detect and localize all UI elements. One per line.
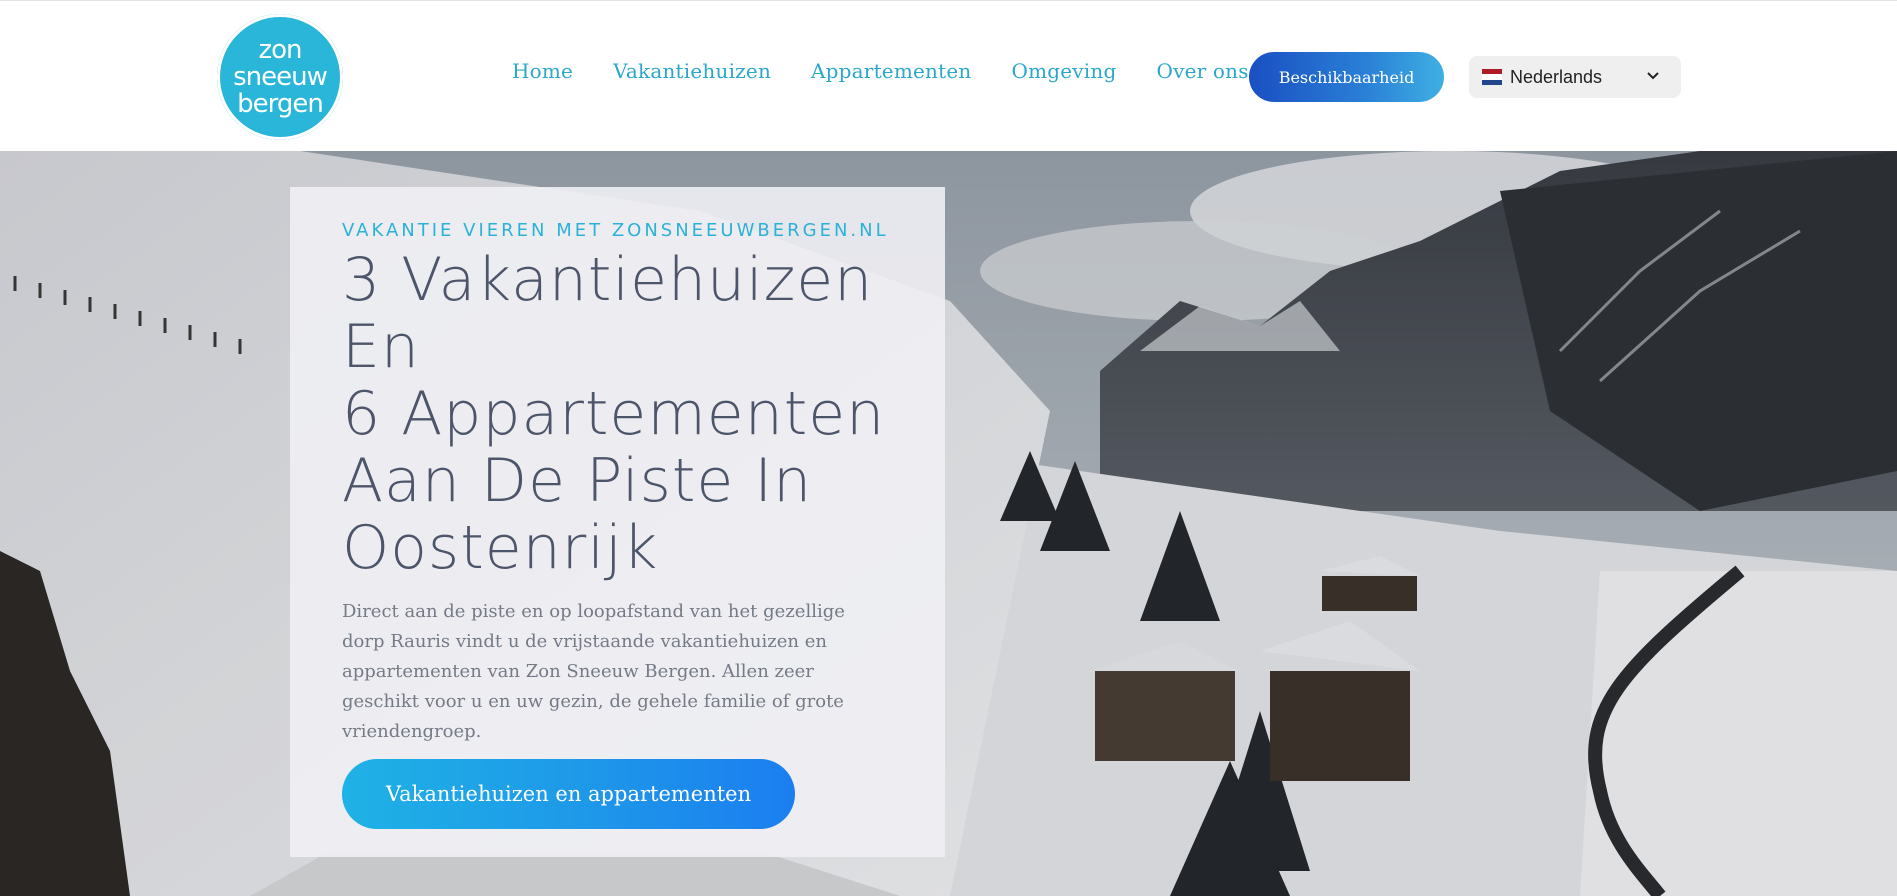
headline-line-2: En xyxy=(342,312,420,382)
site-header: zon sneeuw bergen Home Vakantiehuizen Ap… xyxy=(0,0,1897,151)
headline-line-1: 3 Vakantiehuizen xyxy=(342,245,874,315)
nav-item-over-ons[interactable]: Over ons xyxy=(1156,59,1248,83)
headline-line-4: Aan De Piste In xyxy=(342,446,813,516)
nav-item-appartementen[interactable]: Appartementen xyxy=(811,59,971,83)
netherlands-flag-icon xyxy=(1482,69,1502,85)
language-select[interactable]: Nederlands xyxy=(1469,56,1681,98)
houses-apartments-button[interactable]: Vakantiehuizen en appartementen xyxy=(342,759,795,829)
hero-eyebrow: VAKANTIE VIEREN MET ZONSNEEUWBERGEN.NL xyxy=(342,220,889,241)
language-label: Nederlands xyxy=(1510,66,1603,87)
nav-item-home[interactable]: Home xyxy=(512,59,573,83)
nav-item-vakantiehuizen[interactable]: Vakantiehuizen xyxy=(613,59,771,83)
availability-button[interactable]: Beschikbaarheid xyxy=(1249,52,1444,102)
hero-section: VAKANTIE VIEREN MET ZONSNEEUWBERGEN.NL 3… xyxy=(0,151,1897,896)
hero-headline: 3 Vakantiehuizen En 6 Appartementen Aan … xyxy=(342,247,922,582)
headline-line-5: Oostenrijk xyxy=(342,513,659,583)
snowy-valley-background xyxy=(0,151,1897,896)
logo-line-3: bergen xyxy=(237,88,324,119)
headline-line-3: 6 Appartementen xyxy=(342,379,886,449)
site-logo[interactable]: zon sneeuw bergen xyxy=(217,14,343,140)
hero-card: VAKANTIE VIEREN MET ZONSNEEUWBERGEN.NL 3… xyxy=(290,187,945,857)
chevron-down-icon xyxy=(1647,72,1659,80)
logo-line-1: zon xyxy=(258,34,302,65)
main-nav: Home Vakantiehuizen Appartementen Omgevi… xyxy=(500,59,1289,83)
logo-line-2: sneeuw xyxy=(233,61,328,92)
hero-description: Direct aan de piste en op loopafstand va… xyxy=(342,601,845,742)
nav-item-omgeving[interactable]: Omgeving xyxy=(1011,59,1116,83)
